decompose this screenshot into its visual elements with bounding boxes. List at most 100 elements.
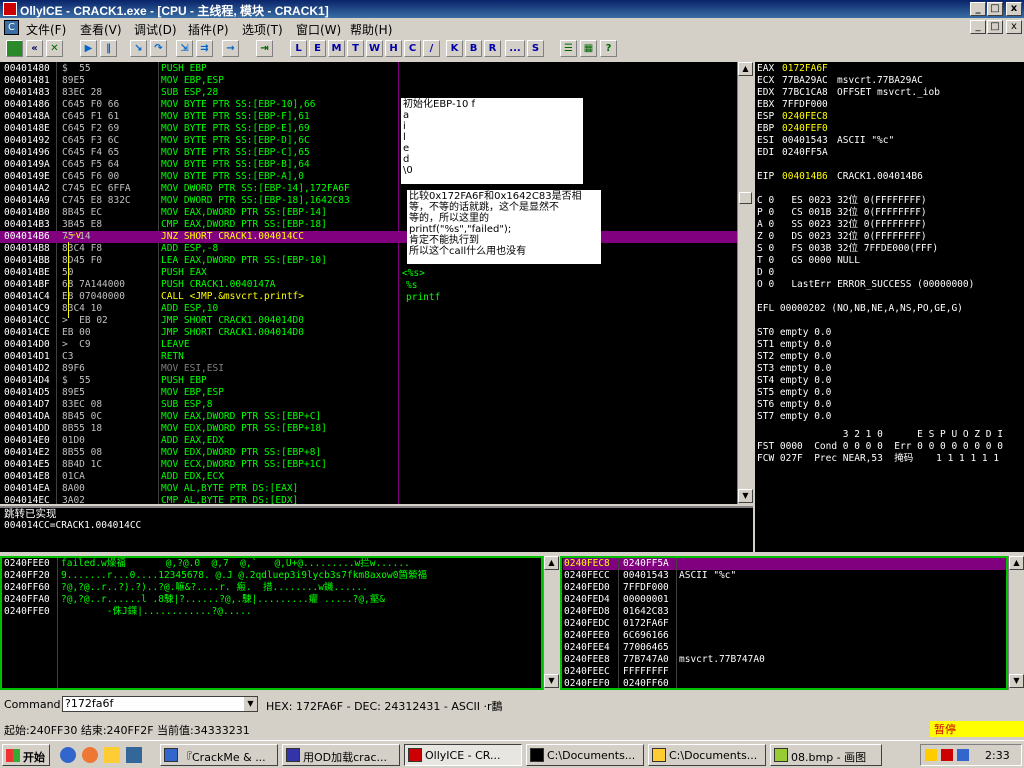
disasm-row[interactable]: 004014D2 89F6 MOV ESI,ESI (0, 363, 737, 375)
toolbar-threads-button[interactable]: T (347, 40, 364, 57)
flag-row[interactable]: O 0 LastErr ERROR_SUCCESS (00000000) (757, 279, 1022, 291)
register-row[interactable]: EBP 0240FEF0 (757, 123, 1022, 135)
menu-help[interactable]: 帮助(H) (350, 21, 392, 38)
disasm-row[interactable]: 004014D5 89E5 MOV EBP,ESP (0, 387, 737, 399)
disasm-row[interactable]: 004014B8 83C4 F8 ADD ESP,-8 (0, 243, 737, 255)
fpu-row[interactable]: ST7 empty 0.0 (757, 411, 1022, 423)
trace-into-icon[interactable]: ⇲ (176, 40, 193, 57)
register-row[interactable]: ESP 0240FEC8 (757, 111, 1022, 123)
open-icon[interactable] (6, 40, 23, 57)
mdi-minimize-button[interactable]: _ (970, 20, 986, 34)
task-crackme[interactable]: 『CrackMe & ... (160, 744, 278, 766)
disasm-row[interactable]: 00401486 C645 F0 66 MOV BYTE PTR SS:[EBP-1… (0, 99, 737, 111)
registers-pane[interactable]: EAX 0172FA6F ECX 77BA29AC msvcrt.77BA29AC EDX… (755, 62, 1024, 552)
disasm-row[interactable]: 0040149A C645 F5 64 MOV BYTE PTR SS:[EBP-B… (0, 159, 737, 171)
disasm-row[interactable]: 004014EA 8A00 MOV AL,BYTE PTR DS:[EAX] (0, 483, 737, 495)
disasm-row[interactable]: 004014E0 01D0 ADD EAX,EDX (0, 435, 737, 447)
maximize-button[interactable]: □ (987, 2, 1003, 16)
disasm-row[interactable]: 004014E2 8B55 08 MOV EDX,DWORD PTR SS:[EBP… (0, 447, 737, 459)
trace-over-icon[interactable]: ⇉ (196, 40, 213, 57)
flag-row[interactable]: S 0 FS 003B 32位 7FFDE000(FFF) (757, 243, 1022, 255)
toolbar-callstack-button[interactable]: K (446, 40, 463, 57)
fpu-row[interactable]: ST6 empty 0.0 (757, 399, 1022, 411)
disasm-row[interactable]: 004014DD 8B55 18 MOV EDX,DWORD PTR SS:[EBP… (0, 423, 737, 435)
flag-row[interactable]: Z 0 DS 0023 32位 0(FFFFFFFF) (757, 231, 1022, 243)
fpu-row[interactable]: ST2 empty 0.0 (757, 351, 1022, 363)
scroll-up-button[interactable]: ▲ (738, 62, 753, 76)
scroll-down-button[interactable]: ▼ (738, 489, 753, 503)
list-icon[interactable]: ☰ (560, 40, 577, 57)
pause-icon[interactable]: ‖ (100, 40, 117, 57)
help-icon[interactable]: ? (600, 40, 617, 57)
stack-row[interactable]: 0240FEF0 0240FF60 (563, 678, 1006, 688)
disasm-row[interactable]: 004014B6 75 14 JNZ SHORT CRACK1.004014CC (0, 231, 737, 243)
mdi-close-button[interactable]: x (1006, 20, 1022, 34)
toolbar-references-button[interactable]: R (484, 40, 501, 57)
efl-row[interactable]: EFL 00000202 (NO,NB,NE,A,NS,PO,GE,G) (757, 303, 1022, 315)
security-icon[interactable] (941, 749, 953, 761)
go-to-icon[interactable]: ⇥ (256, 40, 273, 57)
close-button[interactable]: x (1006, 2, 1022, 16)
firefox-icon[interactable] (82, 747, 98, 763)
mdi-icon[interactable]: C (4, 20, 19, 35)
disasm-row[interactable]: 004014BF 68 7A144000 PUSH CRACK1.0040147A (0, 279, 737, 291)
explorer-icon[interactable] (104, 747, 120, 763)
scroll-thumb[interactable] (739, 192, 752, 204)
toolbar-breakpoints-button[interactable]: B (465, 40, 482, 57)
menu-window[interactable]: 窗口(W) (296, 21, 341, 38)
close-file-icon[interactable]: ✕ (46, 40, 63, 57)
disasm-row[interactable]: 004014CC > EB 02 JMP SHORT CRACK1.004014D0 (0, 315, 737, 327)
flag-row[interactable]: A 0 SS 0023 32位 0(FFFFFFFF) (757, 219, 1022, 231)
register-row[interactable]: EAX 0172FA6F (757, 63, 1022, 75)
disasm-row[interactable]: 004014D7 83EC 08 SUB ESP,8 (0, 399, 737, 411)
register-row[interactable]: EDI 0240FF5A (757, 147, 1022, 159)
stack-row[interactable]: 0240FEDC 0172FA6F (563, 618, 1006, 630)
stack-row[interactable]: 0240FEE4 77006465 (563, 642, 1006, 654)
stack-row[interactable]: 0240FEC8 0240FF5A (563, 558, 1006, 570)
dump-row[interactable]: 0240FF20 9.......r...0....12345678. @.J @… (4, 570, 541, 582)
stack-pane[interactable]: 0240FEC8 0240FF5A 0240FECC 00401543 ASCII "%… (560, 556, 1008, 690)
title-bar[interactable]: OllyICE - CRACK1.exe - [CPU - 主线程, 模块 - … (0, 0, 1024, 18)
disasm-row[interactable]: 004014BE 50 PUSH EAX (0, 267, 737, 279)
disasm-row[interactable]: 004014C4 E8 07040000 CALL <JMP.&msvcrt.pri… (0, 291, 737, 303)
disasm-row[interactable]: 004014A9 C745 E8 832C MOV DWORD PTR SS:[EB… (0, 195, 737, 207)
disasm-row[interactable]: 004014CE EB 00 JMP SHORT CRACK1.004014D0 (0, 327, 737, 339)
task-cmd[interactable]: C:\Documents... (526, 744, 644, 766)
disasm-row[interactable]: 004014B3 3B45 E8 CMP EAX,DWORD PTR SS:[EBP… (0, 219, 737, 231)
stack-row[interactable]: 0240FEEC FFFFFFFF (563, 666, 1006, 678)
fpu-row[interactable]: ST4 empty 0.0 (757, 375, 1022, 387)
flag-row[interactable]: T 0 GS 0000 NULL (757, 255, 1022, 267)
fpu-row[interactable]: ST5 empty 0.0 (757, 387, 1022, 399)
disasm-row[interactable]: 00401483 83EC 28 SUB ESP,28 (0, 87, 737, 99)
stack-row[interactable]: 0240FED4 00000001 (563, 594, 1006, 606)
task-paint[interactable]: 08.bmp - 画图 (770, 744, 882, 766)
disasm-row[interactable]: 00401480 $ 55 PUSH EBP (0, 63, 737, 75)
toolbar-windows-button[interactable]: W (366, 40, 383, 57)
disassembly-scrollbar[interactable]: ▲ ▼ (737, 62, 753, 504)
disasm-row[interactable]: 004014D0 > C9 LEAVE (0, 339, 737, 351)
menu-view[interactable]: 查看(V) (80, 21, 122, 38)
network-icon[interactable] (957, 749, 969, 761)
disasm-row[interactable]: 0040149E C645 F6 00 MOV BYTE PTR SS:[EBP-A… (0, 171, 737, 183)
toolbar-log-button[interactable]: L (290, 40, 307, 57)
register-row[interactable]: EIP 004014B6 CRACK1.004014B6 (757, 171, 1022, 183)
stack-row[interactable]: 0240FED0 7FFDF000 (563, 582, 1006, 594)
start-button[interactable]: 开始 (2, 744, 50, 766)
task-ollyice[interactable]: OllyICE - CR... (404, 744, 522, 766)
menu-options[interactable]: 选项(T) (242, 21, 283, 38)
disasm-row[interactable]: 004014DA 8B45 0C MOV EAX,DWORD PTR SS:[EBP… (0, 411, 737, 423)
stack-row[interactable]: 0240FED8 01642C83 (563, 606, 1006, 618)
grid-icon[interactable]: ▦ (580, 40, 597, 57)
lock-icon[interactable] (925, 749, 937, 761)
command-input[interactable]: ?172fa6f (62, 696, 258, 712)
scroll-up-button[interactable]: ▲ (1009, 556, 1024, 570)
stack-row[interactable]: 0240FECC 00401543 ASCII "%c" (563, 570, 1006, 582)
dump-scrollbar[interactable]: ▲ ▼ (543, 556, 559, 690)
disasm-row[interactable]: 004014A2 C745 EC 6FFA MOV DWORD PTR SS:[EB… (0, 183, 737, 195)
toolbar-handles-button[interactable]: H (385, 40, 402, 57)
toolbar-memory-button[interactable]: M (328, 40, 345, 57)
toolbar-cpu-button[interactable]: C (404, 40, 421, 57)
scroll-up-button[interactable]: ▲ (544, 556, 559, 570)
fpu-row[interactable]: ST1 empty 0.0 (757, 339, 1022, 351)
stack-scrollbar[interactable]: ▲ ▼ (1008, 556, 1024, 690)
